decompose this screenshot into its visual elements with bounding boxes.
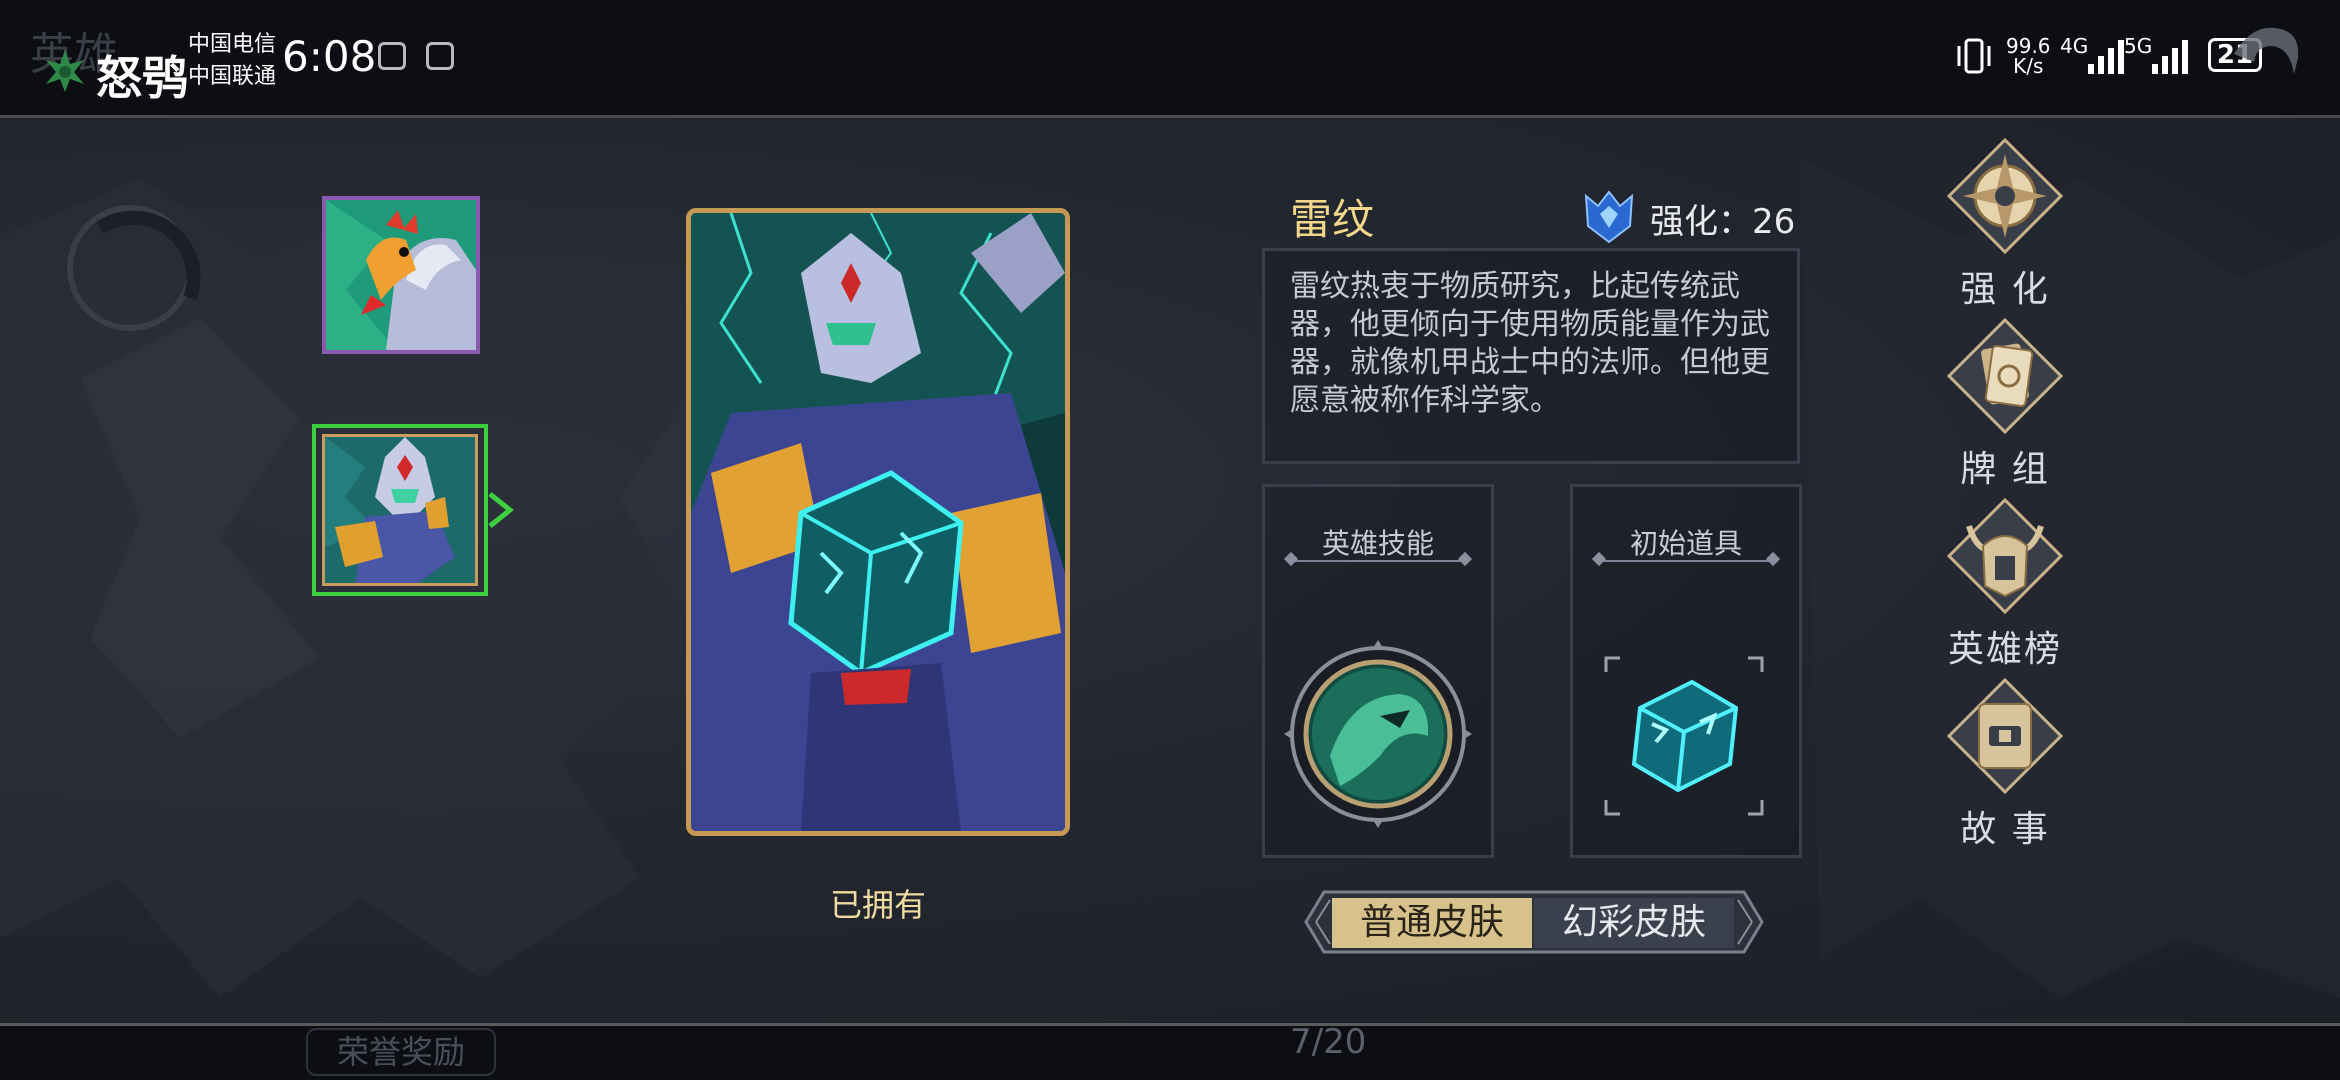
rainbow-skin-tab[interactable]: 幻彩皮肤 bbox=[1534, 898, 1734, 948]
hero-skill-icon[interactable] bbox=[1280, 636, 1476, 836]
hero-description: 雷纹热衷于物质研究，比起传统武器，他更倾向于使用物质能量作为武器，就像机甲战士中… bbox=[1290, 269, 1770, 418]
menu-story-label: 故 事 bbox=[1960, 809, 2050, 850]
page-counter: 7/20 bbox=[1290, 1022, 1367, 1062]
menu-deck-button[interactable]: 牌 组 bbox=[1940, 316, 2070, 492]
hero-thumb-eagle[interactable] bbox=[322, 196, 480, 354]
menu-ranking-label: 英雄榜 bbox=[1947, 629, 2062, 670]
back-arrow-icon[interactable] bbox=[2224, 14, 2304, 88]
hero-thumb-thunder[interactable] bbox=[312, 424, 488, 596]
signal-icon bbox=[2086, 40, 2128, 78]
network-speed: 99.6 K/s bbox=[2006, 36, 2051, 76]
menu-ranking-button[interactable]: 英雄榜 bbox=[1940, 496, 2070, 672]
net-speed-unit: K/s bbox=[2013, 54, 2044, 78]
owned-status: 已拥有 bbox=[829, 886, 926, 924]
skin-toggle: 普通皮肤 幻彩皮肤 bbox=[1302, 890, 1766, 954]
card-deck-icon bbox=[1946, 317, 2064, 435]
carrier-2: 中国联通 bbox=[188, 64, 277, 89]
enhance-crest-icon bbox=[1580, 188, 1638, 250]
menu-enhance-button[interactable]: 强 化 bbox=[1940, 136, 2070, 312]
enhance-level: 强化：26 bbox=[1650, 202, 1796, 242]
thunder-cube-icon[interactable] bbox=[1620, 668, 1748, 800]
signal-icon bbox=[2150, 40, 2192, 78]
menu-enhance-label: 强 化 bbox=[1960, 269, 2050, 310]
compass-icon bbox=[1946, 137, 2064, 255]
signal-label-2: 5G bbox=[2124, 34, 2153, 58]
notification-icon bbox=[378, 42, 406, 70]
hero-card-art bbox=[686, 208, 1070, 836]
book-icon bbox=[1946, 677, 2064, 795]
carrier-1: 中国电信 bbox=[188, 32, 277, 57]
signal-label-1: 4G bbox=[2060, 34, 2089, 58]
menu-story-button[interactable]: 故 事 bbox=[1940, 676, 2070, 852]
helmet-icon bbox=[1946, 497, 2064, 615]
selected-arrow-icon bbox=[486, 490, 516, 534]
app-name: 怒鸮 bbox=[96, 51, 188, 105]
hero-name: 雷纹 bbox=[1290, 195, 1375, 244]
vibrate-icon bbox=[1954, 38, 1994, 78]
status-bar: 英雄 怒鸮 中国电信 中国联通 6:08 99.6 K/s 4G 5G 21 bbox=[0, 0, 2340, 118]
notification-icon bbox=[426, 42, 454, 70]
normal-skin-tab[interactable]: 普通皮肤 bbox=[1332, 898, 1532, 948]
honor-reward-button[interactable]: 荣誉奖励 bbox=[306, 1028, 496, 1076]
clock: 6:08 bbox=[282, 32, 377, 81]
leaf-icon bbox=[40, 46, 90, 100]
menu-deck-label: 牌 组 bbox=[1960, 449, 2050, 490]
net-speed-value: 99.6 bbox=[2006, 34, 2051, 58]
